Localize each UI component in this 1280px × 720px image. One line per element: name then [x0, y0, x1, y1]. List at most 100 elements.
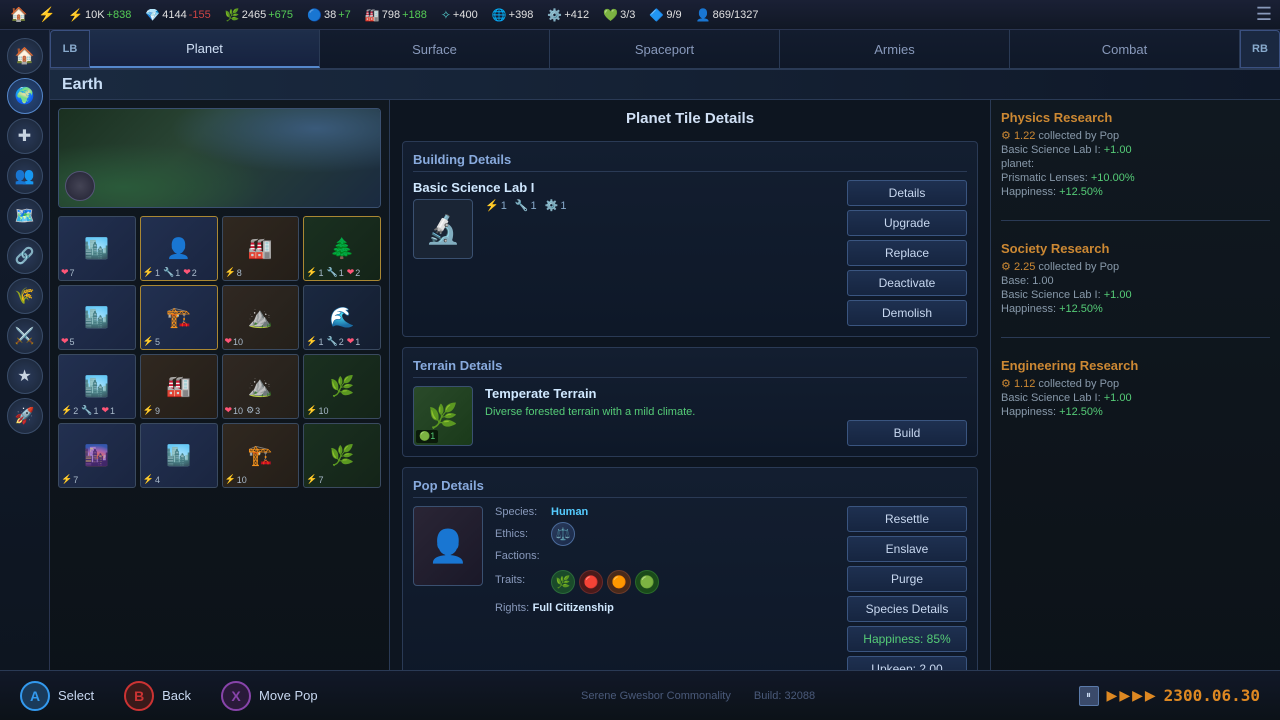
tab-rb[interactable]: RB — [1240, 30, 1280, 68]
tile-stats: ⚡1 🔧1 ❤2 — [143, 267, 215, 278]
resource-amenities[interactable]: ⚙️ +412 — [543, 8, 593, 22]
tile-item[interactable]: 🌆 ⚡7 — [58, 423, 136, 488]
pop-traits-label: Traits: — [495, 574, 545, 586]
research-divider — [1001, 220, 1270, 221]
resource-minerals[interactable]: 💎 4144 -155 — [141, 8, 214, 22]
sidebar-btn-factions[interactable]: 🌾 — [7, 278, 43, 314]
species-details-button[interactable]: Species Details — [847, 596, 967, 622]
stat-amenity: ⚙️1 — [545, 199, 567, 212]
tile-stats: ⚡1 🔧2 ❤1 — [306, 336, 378, 347]
tile-stats: ❤7 — [61, 267, 133, 278]
research-line: planet: — [1001, 158, 1270, 170]
tile-stats: ⚡7 — [306, 474, 378, 485]
tile-item[interactable]: 🏙️ ❤5 — [58, 285, 136, 350]
tile-item[interactable]: 🏙️ ⚡2 🔧1 ❤1 — [58, 354, 136, 419]
tab-combat[interactable]: Combat — [1010, 30, 1240, 68]
resource-alloys[interactable]: 🔵 38 +7 — [303, 8, 355, 22]
tile-item[interactable]: 🌲 ⚡1 🔧1 ❤2 — [303, 216, 381, 281]
avatar — [65, 171, 95, 201]
tile-item[interactable]: ⛰️ ❤10 — [222, 285, 300, 350]
tile-stat: ⚡4 — [143, 474, 160, 485]
tab-armies[interactable]: Armies — [780, 30, 1010, 68]
sidebar-btn-research[interactable]: ★ — [7, 358, 43, 394]
building-name: Basic Science Lab I — [413, 180, 837, 195]
tile-item[interactable]: 🏗️ ⚡5 — [140, 285, 218, 350]
b-button-icon: B — [124, 681, 154, 711]
tile-item[interactable]: 🏭 ⚡8 — [222, 216, 300, 281]
research-line: Basic Science Lab I: +1.00 — [1001, 392, 1270, 404]
tile-item[interactable]: ⛰️ ❤10 ⚙3 — [222, 354, 300, 419]
terrain-section: Terrain Details 🌿 🟢1 Temperate Terrain D… — [402, 347, 978, 457]
demolish-button[interactable]: Demolish — [847, 300, 967, 326]
sidebar-btn-home[interactable]: 🏠 — [7, 38, 43, 74]
tab-spaceport[interactable]: Spaceport — [550, 30, 780, 68]
tile-item[interactable]: 🏙️ ❤7 — [58, 216, 136, 281]
purge-button[interactable]: Purge — [847, 566, 967, 592]
resource-influence[interactable]: 🌐 +398 — [488, 8, 538, 22]
pop-portrait: 👤 — [413, 506, 483, 586]
resource-unity[interactable]: ✧ +400 — [437, 8, 482, 22]
tile-stat: ⚡5 — [143, 336, 160, 347]
society-research-section: Society Research ⚙ 2.25 collected by Pop… — [1001, 241, 1270, 317]
build-button[interactable]: Build — [847, 420, 967, 446]
select-btn[interactable]: A Select — [20, 681, 94, 711]
enslave-button[interactable]: Enslave — [847, 536, 967, 562]
tile-stats: ❤10 — [225, 336, 297, 347]
sidebar-btn-military[interactable]: ⚔️ — [7, 318, 43, 354]
main-content: LB Planet Surface Spaceport Armies Comba… — [50, 30, 1280, 720]
replace-button[interactable]: Replace — [847, 240, 967, 266]
sidebar-btn-population[interactable]: 👥 — [7, 158, 43, 194]
pop-rights-label: Rights: — [495, 602, 529, 614]
tile-stats: ❤5 — [61, 336, 133, 347]
tile-item[interactable]: 🌿 ⚡7 — [303, 423, 381, 488]
move-pop-label: Move Pop — [259, 688, 318, 703]
tile-item[interactable]: 👤 ⚡1 🔧1 ❤2 — [140, 216, 218, 281]
tile-item[interactable]: 🌿 ⚡10 — [303, 354, 381, 419]
planet-name-bar: Earth — [50, 70, 1280, 100]
tile-stat: ⚡1 — [143, 267, 160, 278]
move-pop-btn[interactable]: X Move Pop — [221, 681, 318, 711]
trait-icon-3: 🟢 — [635, 570, 659, 594]
back-btn[interactable]: B Back — [124, 681, 191, 711]
pause-button[interactable]: ⏸ — [1079, 686, 1099, 706]
sidebar-btn-ship[interactable]: 🚀 — [7, 398, 43, 434]
sidebar-btn-map[interactable]: 🗺️ — [7, 198, 43, 234]
right-panel: Physics Research ⚙ 1.22 collected by Pop… — [990, 100, 1280, 720]
resource-consumer[interactable]: 🏭 798 +188 — [361, 8, 431, 22]
tab-lb[interactable]: LB — [50, 30, 90, 68]
resource-stability[interactable]: 💚 3/3 — [599, 8, 639, 22]
tile-stats: ⚡8 — [225, 267, 297, 278]
tile-stat: ❤7 — [61, 267, 75, 278]
menu-icon[interactable]: ☰ — [1256, 4, 1272, 25]
tile-stat: ❤2 — [347, 267, 361, 278]
tab-planet[interactable]: Planet — [90, 30, 320, 68]
tile-stat: ⚡7 — [61, 474, 78, 485]
tile-stat: ⚡10 — [225, 474, 247, 485]
building-section: Building Details Basic Science Lab I 🔬 ⚡… — [402, 141, 978, 337]
tile-item[interactable]: 🏗️ ⚡10 — [222, 423, 300, 488]
tile-item[interactable]: 🌊 ⚡1 🔧2 ❤1 — [303, 285, 381, 350]
resource-pops[interactable]: 🔷 9/9 — [645, 8, 685, 22]
alerts-icon[interactable]: ⚡ — [36, 4, 58, 26]
tile-stat: ⚡1 — [306, 267, 323, 278]
sidebar-btn-diplomacy[interactable]: 🔗 — [7, 238, 43, 274]
sidebar-btn-add[interactable]: ✚ — [7, 118, 43, 154]
tile-item[interactable]: 🏭 ⚡9 — [140, 354, 218, 419]
resource-energy[interactable]: ⚡ 10K +838 — [64, 8, 135, 22]
tab-surface[interactable]: Surface — [320, 30, 550, 68]
terrain-info: Temperate Terrain Diverse forested terra… — [485, 386, 837, 420]
resource-fleet[interactable]: 👤 869/1327 — [692, 8, 763, 22]
home-icon[interactable]: 🏠 — [8, 4, 30, 26]
resettle-button[interactable]: Resettle — [847, 506, 967, 532]
tile-stat: ❤10 — [225, 405, 244, 416]
bottom-bar: A Select B Back X Move Pop Serene Gwesbo… — [0, 670, 1280, 720]
details-button[interactable]: Details — [847, 180, 967, 206]
resource-food[interactable]: 🌿 2465 +675 — [221, 8, 297, 22]
research-line: ⚙ 1.12 collected by Pop — [1001, 377, 1270, 390]
tile-item[interactable]: 🏙️ ⚡4 — [140, 423, 218, 488]
deactivate-button[interactable]: Deactivate — [847, 270, 967, 296]
research-line: Happiness: +12.50% — [1001, 303, 1270, 315]
upgrade-button[interactable]: Upgrade — [847, 210, 967, 236]
tile-stats: ⚡7 — [61, 474, 133, 485]
sidebar-btn-planet[interactable]: 🌍 — [7, 78, 43, 114]
